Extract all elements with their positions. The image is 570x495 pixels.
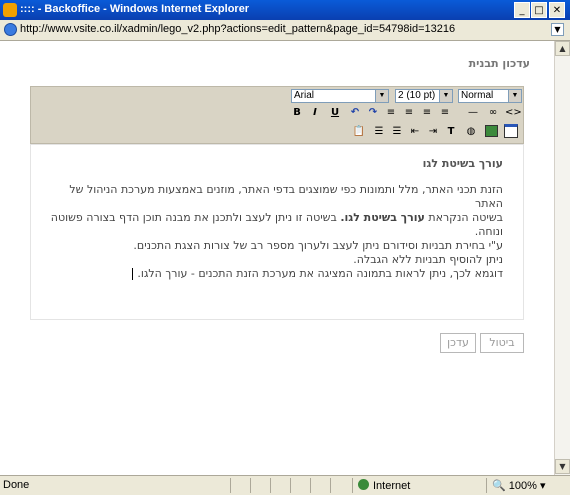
- text-caret: [132, 268, 134, 280]
- status-text: Done: [3, 479, 30, 491]
- minimize-button[interactable]: _: [514, 2, 530, 18]
- page-title: עדכון תבנית: [468, 57, 530, 70]
- status-cell: [290, 478, 310, 493]
- editor-title: עורך בשיטת לגו: [422, 157, 503, 170]
- editor-text: בשיטה הנקראת: [424, 211, 503, 224]
- align-left-icon[interactable]: ≡: [383, 105, 399, 121]
- image-icon[interactable]: [483, 124, 499, 140]
- address-url[interactable]: http://www.vsite.co.il/xadmin/lego_v2.ph…: [20, 23, 455, 35]
- editor-line-1: הזנת תכני האתר, מלל ותמונות כפי שמוצגים …: [69, 183, 503, 210]
- horizontal-rule-icon[interactable]: —: [465, 105, 481, 121]
- align-right-icon[interactable]: ≡: [419, 105, 435, 121]
- scroll-up-icon[interactable]: ▲: [555, 41, 570, 56]
- close-button[interactable]: ✕: [549, 2, 565, 18]
- paste-icon[interactable]: 📋: [351, 124, 367, 140]
- cancel-button[interactable]: ביטול: [480, 333, 524, 353]
- editor-area[interactable]: עורך בשיטת לגו הזנת תכני האתר, מלל ותמונ…: [30, 144, 524, 320]
- status-divider: [352, 478, 353, 493]
- vertical-scrollbar[interactable]: ▲ ▼: [554, 41, 570, 475]
- status-cell: [250, 478, 270, 493]
- format-value: Normal: [461, 90, 494, 101]
- window-title: :::: - Backoffice - Windows Internet Exp…: [20, 3, 250, 15]
- editor-line-3: ע"י בחירת תבניות וסידורם ניתן לעצב ולערו…: [133, 239, 503, 252]
- chevron-down-icon: ▼: [375, 90, 388, 102]
- table-icon[interactable]: [503, 124, 519, 140]
- chevron-down-icon: ▼: [439, 90, 452, 102]
- status-divider: [486, 478, 487, 493]
- chevron-down-icon: ▼: [508, 90, 521, 102]
- ie-icon: [3, 3, 17, 17]
- editor-line-4: ניתן להוסיף תבניות ללא הגבלה.: [353, 253, 503, 266]
- editor-bold-text: עורך בשיטת לגו.: [340, 211, 425, 224]
- background-color-icon[interactable]: ◍: [463, 124, 479, 140]
- editor-text: דוגמא לכך, ניתן לראות בתמונה המציגה את מ…: [137, 267, 503, 280]
- align-center-icon[interactable]: ≡: [401, 105, 417, 121]
- outdent-icon[interactable]: ⇤: [407, 124, 423, 140]
- font-family-select[interactable]: Arial ▼: [291, 89, 389, 103]
- italic-icon[interactable]: I: [307, 105, 323, 121]
- security-zone: Internet: [358, 479, 410, 492]
- page-content: עדכון תבנית Arial ▼ 2 (10 pt) ▼ Normal ▼…: [0, 41, 554, 475]
- maximize-button[interactable]: □: [531, 2, 547, 18]
- update-button[interactable]: עדכן: [440, 333, 476, 353]
- zoom-control[interactable]: 🔍 100% ▾: [492, 479, 545, 492]
- editor-line-5: דוגמא לכך, ניתן לראות בתמונה המציגה את מ…: [41, 267, 503, 281]
- status-bar: Done Internet 🔍 100% ▾: [0, 475, 570, 495]
- align-justify-icon[interactable]: ≡: [437, 105, 453, 121]
- undo-icon[interactable]: ↶: [347, 105, 363, 121]
- scroll-down-icon[interactable]: ▼: [555, 459, 570, 474]
- link-icon[interactable]: ∞: [485, 105, 501, 121]
- editor-toolbar: Arial ▼ 2 (10 pt) ▼ Normal ▼ B I U ↶ ↷ ≡…: [30, 86, 524, 144]
- redo-icon[interactable]: ↷: [365, 105, 381, 121]
- status-cell: [330, 478, 350, 493]
- status-cell: [310, 478, 330, 493]
- text-color-icon[interactable]: T: [443, 124, 459, 140]
- status-cell: [230, 478, 250, 493]
- zoom-value: 100%: [508, 480, 537, 492]
- source-code-icon[interactable]: <>: [505, 105, 522, 121]
- font-family-value: Arial: [294, 90, 315, 101]
- title-bar: :::: - Backoffice - Windows Internet Exp…: [0, 0, 570, 20]
- font-size-value: 2 (10 pt): [398, 90, 436, 101]
- format-select[interactable]: Normal ▼: [458, 89, 522, 103]
- status-cell: [270, 478, 290, 493]
- address-bar: http://www.vsite.co.il/xadmin/lego_v2.ph…: [0, 20, 570, 41]
- bold-icon[interactable]: B: [289, 105, 305, 121]
- bullet-list-icon[interactable]: ☰: [389, 124, 405, 140]
- indent-icon[interactable]: ⇥: [425, 124, 441, 140]
- underline-icon[interactable]: U: [327, 105, 343, 121]
- zone-label: Internet: [373, 480, 411, 492]
- globe-icon: [358, 479, 369, 490]
- page-icon: [4, 23, 17, 36]
- font-size-select[interactable]: 2 (10 pt) ▼: [395, 89, 453, 103]
- numbered-list-icon[interactable]: ☰: [371, 124, 387, 140]
- editor-line-2: בשיטה הנקראת עורך בשיטת לגו. בשיטה זו ני…: [41, 211, 503, 239]
- chevron-down-icon[interactable]: ▼: [551, 23, 564, 36]
